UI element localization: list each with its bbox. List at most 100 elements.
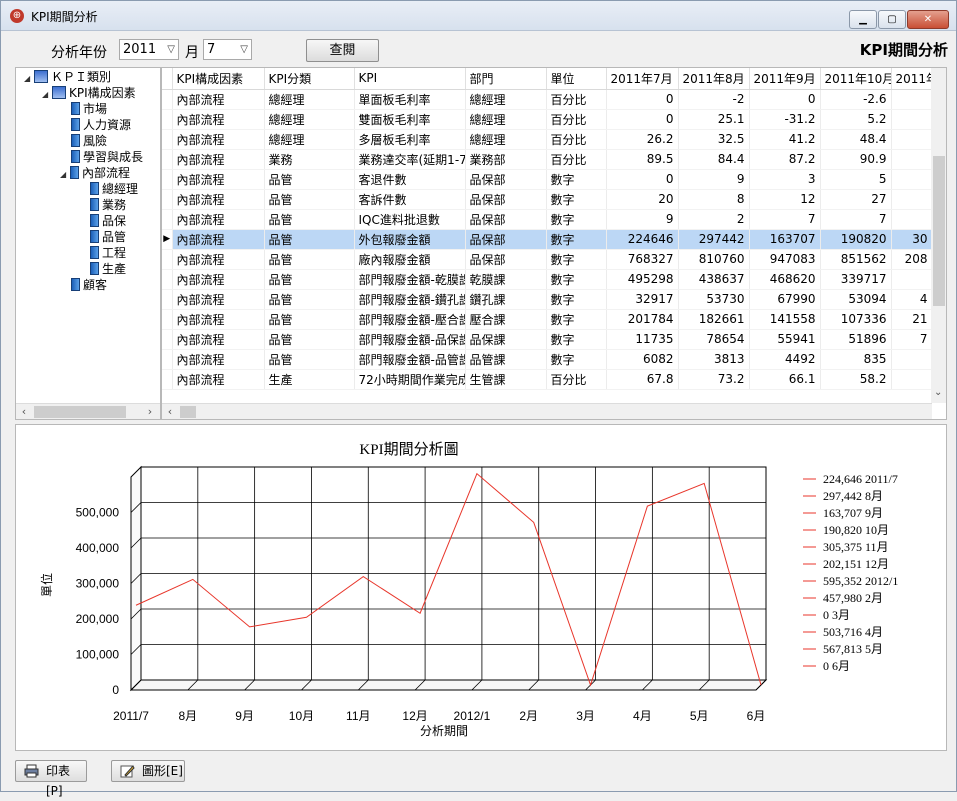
table-cell[interactable] [891, 349, 932, 369]
scroll-thumb[interactable] [34, 406, 126, 418]
table-cell[interactable]: 9 [606, 209, 678, 229]
table-cell[interactable] [891, 109, 932, 129]
table-cell[interactable]: 12 [749, 189, 820, 209]
table-cell[interactable]: 品保部 [465, 249, 546, 269]
table-cell[interactable] [891, 369, 932, 389]
close-button[interactable]: ✕ [907, 10, 949, 29]
tree-horizontal-scrollbar[interactable]: ‹ › [16, 403, 160, 420]
table-cell[interactable]: 468620 [749, 269, 820, 289]
table-cell[interactable]: 20 [606, 189, 678, 209]
table-cell[interactable]: 0 [606, 109, 678, 129]
table-cell[interactable]: 品管 [264, 309, 354, 329]
table-cell[interactable]: 廠內報廢金額 [354, 249, 465, 269]
table-cell[interactable]: 30 [891, 229, 932, 249]
table-cell[interactable]: 總經理 [465, 129, 546, 149]
scroll-left-icon[interactable]: ‹ [162, 404, 178, 420]
table-cell[interactable]: -2.6 [820, 89, 891, 109]
table-row[interactable]: 內部流程品管廠內報廢金額品保部數字76832781076094708385156… [162, 249, 932, 269]
grid-horizontal-scrollbar[interactable]: ‹ [162, 403, 932, 420]
table-cell[interactable]: 208 [891, 249, 932, 269]
table-cell[interactable]: 內部流程 [172, 329, 264, 349]
scroll-thumb[interactable] [933, 156, 945, 306]
table-cell[interactable]: 百分比 [546, 369, 606, 389]
table-cell[interactable]: 數字 [546, 229, 606, 249]
table-cell[interactable] [891, 269, 932, 289]
table-cell[interactable]: 雙面板毛利率 [354, 109, 465, 129]
table-cell[interactable]: 總經理 [264, 109, 354, 129]
table-cell[interactable]: 數字 [546, 289, 606, 309]
table-cell[interactable]: 鑽孔課 [465, 289, 546, 309]
table-cell[interactable]: 百分比 [546, 109, 606, 129]
scroll-down-icon[interactable]: ⌄ [934, 387, 942, 398]
table-cell[interactable]: 84.4 [678, 149, 749, 169]
scroll-thumb[interactable] [180, 406, 196, 418]
column-header[interactable]: 2011年8月 [678, 68, 749, 89]
table-cell[interactable]: 67.8 [606, 369, 678, 389]
tree-item-risk[interactable]: 風險 [71, 133, 107, 149]
table-cell[interactable]: 品管 [264, 289, 354, 309]
tree-item-gm[interactable]: 總經理 [90, 181, 138, 197]
table-cell[interactable]: 7 [820, 209, 891, 229]
table-cell[interactable]: 25.1 [678, 109, 749, 129]
table-cell[interactable]: 5.2 [820, 109, 891, 129]
print-button[interactable]: 印表[P] [15, 760, 87, 782]
tree-item-internal-process[interactable]: ◢內部流程 [60, 165, 130, 181]
table-cell[interactable]: 數字 [546, 209, 606, 229]
table-cell[interactable]: 48.4 [820, 129, 891, 149]
table-row[interactable]: 內部流程品管部門報廢金額-品管課品管課數字608238134492835 [162, 349, 932, 369]
table-cell[interactable]: 部門報廢金額-乾膜課 [354, 269, 465, 289]
table-cell[interactable]: IQC進料批退數 [354, 209, 465, 229]
table-cell[interactable]: 品管 [264, 209, 354, 229]
table-cell[interactable] [891, 129, 932, 149]
table-cell[interactable]: 768327 [606, 249, 678, 269]
table-cell[interactable]: 32.5 [678, 129, 749, 149]
table-row[interactable]: 內部流程品管部門報廢金額-乾膜課乾膜課數字4952984386374686203… [162, 269, 932, 289]
table-cell[interactable]: 495298 [606, 269, 678, 289]
chart-button[interactable]: 圖形[E] [111, 760, 185, 782]
table-cell[interactable]: 947083 [749, 249, 820, 269]
table-cell[interactable]: 107336 [820, 309, 891, 329]
tree-node-kpi-factors[interactable]: ◢KPI構成因素 [42, 85, 136, 101]
table-cell[interactable]: 內部流程 [172, 249, 264, 269]
table-cell[interactable]: 總經理 [264, 89, 354, 109]
table-cell[interactable]: 部門報廢金額-壓合課 [354, 309, 465, 329]
table-cell[interactable]: 0 [606, 169, 678, 189]
table-cell[interactable]: 品保部 [465, 229, 546, 249]
table-cell[interactable]: 百分比 [546, 89, 606, 109]
table-cell[interactable]: 內部流程 [172, 169, 264, 189]
column-header[interactable]: 單位 [546, 68, 606, 89]
month-select[interactable]: 7 ▽ [203, 39, 252, 60]
column-header[interactable]: KPI分類 [264, 68, 354, 89]
table-cell[interactable]: 總經理 [465, 89, 546, 109]
table-cell[interactable]: 業務部 [465, 149, 546, 169]
table-cell[interactable] [891, 169, 932, 189]
tree-item-learning[interactable]: 學習與成長 [71, 149, 143, 165]
table-cell[interactable]: 品管 [264, 329, 354, 349]
table-cell[interactable]: 數字 [546, 249, 606, 269]
table-cell[interactable]: 業務 [264, 149, 354, 169]
table-cell[interactable]: 90.9 [820, 149, 891, 169]
table-cell[interactable]: 品管 [264, 189, 354, 209]
table-cell[interactable]: 內部流程 [172, 269, 264, 289]
table-cell[interactable]: 數字 [546, 329, 606, 349]
collapse-icon[interactable]: ◢ [24, 71, 34, 87]
scroll-right-icon[interactable]: › [142, 404, 158, 420]
table-cell[interactable]: 單面板毛利率 [354, 89, 465, 109]
table-cell[interactable]: 2 [678, 209, 749, 229]
table-cell[interactable]: 438637 [678, 269, 749, 289]
table-cell[interactable]: 總經理 [264, 129, 354, 149]
tree-item-market[interactable]: 市場 [71, 101, 107, 117]
tree-item-production[interactable]: 生產 [90, 261, 126, 277]
table-cell[interactable]: 53094 [820, 289, 891, 309]
table-cell[interactable]: 多層板毛利率 [354, 129, 465, 149]
collapse-icon[interactable]: ◢ [42, 87, 52, 103]
table-cell[interactable]: 百分比 [546, 149, 606, 169]
table-cell[interactable]: 業務達交率(延期1-7天 [354, 149, 465, 169]
table-cell[interactable]: 32917 [606, 289, 678, 309]
tree-item-hr[interactable]: 人力資源 [71, 117, 131, 133]
table-cell[interactable]: -2 [678, 89, 749, 109]
kpi-data-grid[interactable]: KPI構成因素KPI分類KPI部門單位2011年7月2011年8月2011年9月… [161, 67, 947, 420]
table-cell[interactable]: 7 [749, 209, 820, 229]
column-header[interactable]: 2011年9月 [749, 68, 820, 89]
table-cell[interactable]: 3813 [678, 349, 749, 369]
